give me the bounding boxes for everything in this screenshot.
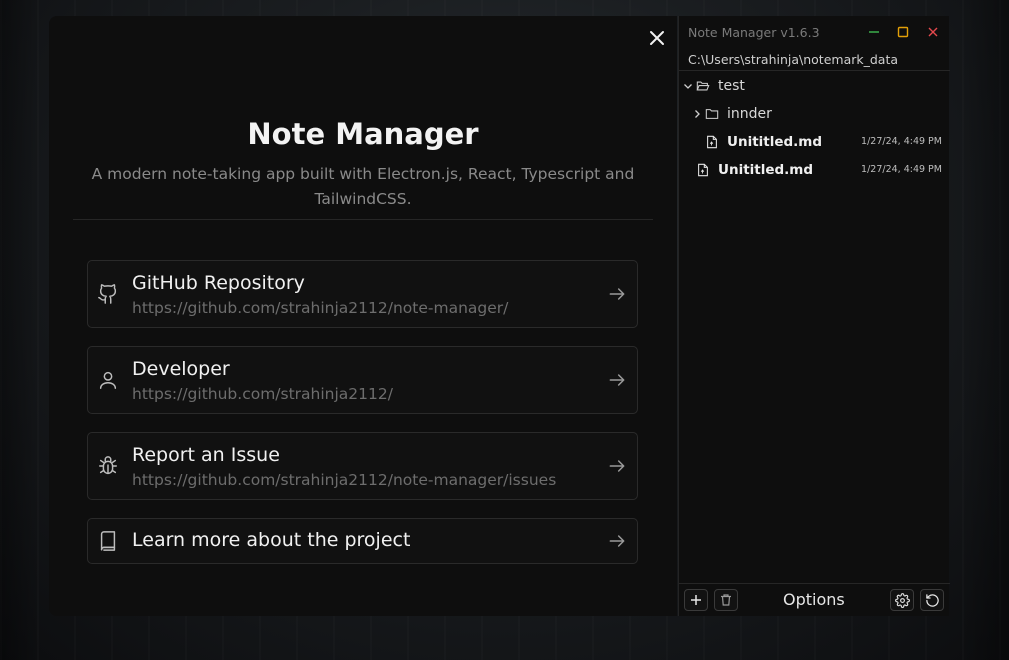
plus-icon xyxy=(691,595,701,605)
modal-divider xyxy=(73,219,653,220)
minimize-icon xyxy=(869,31,879,33)
settings-button[interactable] xyxy=(890,589,914,611)
tree-label: test xyxy=(718,78,745,94)
arrow-right-icon xyxy=(609,288,625,300)
app-title: Note Manager v1.6.3 xyxy=(688,25,820,40)
file-explorer-sidebar: Note Manager v1.6.3 C:\Users\strahinja\n… xyxy=(678,16,950,616)
link-url: https://github.com/strahinja2112/note-ma… xyxy=(132,299,509,317)
report-issue-link[interactable]: Report an Issue https://github.com/strah… xyxy=(87,432,638,500)
link-title: Report an Issue xyxy=(132,444,280,466)
arrow-right-icon xyxy=(609,460,625,472)
gear-icon xyxy=(894,592,910,608)
close-window-button[interactable] xyxy=(925,24,941,40)
root-path: C:\Users\strahinja\notemark_data xyxy=(688,52,899,67)
root-path-bar: C:\Users\strahinja\notemark_data xyxy=(679,49,950,71)
chevron-down-icon xyxy=(684,84,692,89)
file-timestamp: 1/27/24, 4:49 PM xyxy=(861,164,942,175)
file-icon xyxy=(707,135,717,149)
arrow-right-icon xyxy=(609,535,625,547)
maximize-button[interactable] xyxy=(895,24,911,40)
trash-icon xyxy=(721,594,731,606)
folder-icon xyxy=(705,109,719,119)
sidebar-footer: Options xyxy=(679,583,950,616)
close-icon xyxy=(928,27,938,37)
modal-subtitle: A modern note-taking app built with Elec… xyxy=(91,165,635,208)
modal-close-button[interactable] xyxy=(645,26,669,50)
tree-label: Unititled.md xyxy=(727,134,823,150)
github-icon xyxy=(98,284,117,304)
tree-file-unititled[interactable]: Unititled.md 1/27/24, 4:49 PM xyxy=(679,130,950,154)
user-icon xyxy=(99,371,117,389)
options-button[interactable]: Options xyxy=(783,590,845,609)
file-icon xyxy=(698,163,708,177)
learn-more-link[interactable]: Learn more about the project xyxy=(87,518,638,564)
file-timestamp: 1/27/24, 4:49 PM xyxy=(861,136,942,147)
tree-file-unititled-root[interactable]: Unititled.md 1/27/24, 4:49 PM xyxy=(679,158,950,182)
tree-label: innder xyxy=(727,106,772,122)
link-title: Learn more about the project xyxy=(132,529,411,551)
chevron-right-icon xyxy=(695,110,700,118)
folder-open-icon xyxy=(696,81,710,91)
github-repository-link[interactable]: GitHub Repository https://github.com/str… xyxy=(87,260,638,328)
link-title: GitHub Repository xyxy=(132,272,305,294)
book-icon xyxy=(100,531,116,551)
new-note-button[interactable] xyxy=(684,589,708,611)
link-title: Developer xyxy=(132,358,230,380)
tree-label: Unititled.md xyxy=(718,162,814,178)
minimize-button[interactable] xyxy=(866,24,882,40)
close-icon xyxy=(650,31,664,45)
refresh-button[interactable] xyxy=(920,589,944,611)
tree-folder-innder[interactable]: innder xyxy=(679,102,950,126)
arrow-right-icon xyxy=(609,374,625,386)
link-url: https://github.com/strahinja2112/note-ma… xyxy=(132,471,557,489)
bug-icon xyxy=(99,456,117,475)
developer-link[interactable]: Developer https://github.com/strahinja21… xyxy=(87,346,638,414)
maximize-icon xyxy=(897,26,909,38)
titlebar: Note Manager v1.6.3 xyxy=(679,16,950,48)
tree-folder-test[interactable]: test xyxy=(679,74,950,98)
link-url: https://github.com/strahinja2112/ xyxy=(132,385,393,403)
refresh-icon xyxy=(925,593,939,607)
modal-title: Note Manager xyxy=(247,117,479,151)
delete-note-button[interactable] xyxy=(714,589,738,611)
about-modal: Note Manager A modern note-taking app bu… xyxy=(49,16,677,616)
